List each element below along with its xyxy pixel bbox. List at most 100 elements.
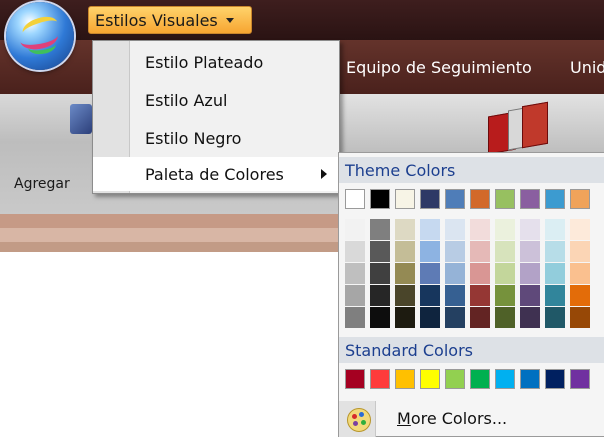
theme-shade-swatch[interactable] (520, 219, 540, 240)
theme-shade-swatch[interactable] (470, 307, 490, 328)
more-colors-button[interactable]: More Colors... (339, 401, 604, 437)
theme-shade-swatch[interactable] (395, 285, 415, 306)
theme-color-swatch[interactable] (520, 189, 540, 209)
theme-shade-swatch[interactable] (445, 263, 465, 284)
theme-color-swatch[interactable] (445, 189, 465, 209)
nav-item-unidades[interactable]: Unid (570, 58, 604, 77)
theme-color-swatch[interactable] (370, 189, 390, 209)
theme-shade-swatch[interactable] (445, 285, 465, 306)
theme-shade-swatch[interactable] (345, 307, 365, 328)
menu-item-label: Estilo Plateado (145, 52, 264, 72)
theme-shade-swatch[interactable] (570, 263, 590, 284)
theme-shade-swatch[interactable] (395, 307, 415, 328)
color-palette-panel: Theme Colors Standard Colors More Colors… (338, 152, 604, 437)
theme-colors-header: Theme Colors (339, 157, 604, 183)
theme-shade-swatch[interactable] (420, 307, 440, 328)
theme-shade-swatch[interactable] (420, 285, 440, 306)
theme-shade-swatch[interactable] (570, 241, 590, 262)
theme-shade-swatch[interactable] (420, 263, 440, 284)
standard-color-swatch[interactable] (470, 369, 490, 389)
theme-shade-swatch[interactable] (470, 285, 490, 306)
theme-shade-swatch[interactable] (445, 241, 465, 262)
theme-shade-swatch[interactable] (470, 263, 490, 284)
theme-shade-swatch[interactable] (445, 219, 465, 240)
standard-color-swatch[interactable] (420, 369, 440, 389)
theme-shade-swatch[interactable] (395, 263, 415, 284)
theme-shade-swatch[interactable] (445, 307, 465, 328)
standard-color-swatch[interactable] (445, 369, 465, 389)
theme-shade-swatch[interactable] (420, 241, 440, 262)
theme-shade-swatch[interactable] (370, 219, 390, 240)
more-colors-label: More Colors... (397, 409, 508, 428)
theme-shade-swatch[interactable] (470, 241, 490, 262)
theme-shade-swatch[interactable] (345, 263, 365, 284)
more-colors-text: ore Colors... (410, 409, 508, 428)
theme-shade-swatch[interactable] (570, 285, 590, 306)
ribbon-panel-right (340, 94, 604, 154)
menu-item-label: Estilo Negro (145, 128, 242, 148)
theme-shade-swatch[interactable] (570, 307, 590, 328)
standard-color-swatch[interactable] (370, 369, 390, 389)
theme-color-swatch[interactable] (495, 189, 515, 209)
theme-shade-swatch[interactable] (545, 241, 565, 262)
theme-shade-swatch[interactable] (495, 241, 515, 262)
menu-item-label: Paleta de Colores (145, 164, 284, 184)
menu-item-estilo-plateado[interactable]: Estilo Plateado (93, 45, 339, 79)
menu-item-estilo-negro[interactable]: Estilo Negro (93, 121, 339, 155)
menu-item-label: Estilo Azul (145, 90, 228, 110)
app-orb-logo[interactable] (6, 2, 74, 70)
theme-shade-swatch[interactable] (420, 219, 440, 240)
theme-color-swatch[interactable] (420, 189, 440, 209)
menu-item-paleta-de-colores[interactable]: Paleta de Colores (93, 157, 339, 191)
theme-shade-swatch[interactable] (395, 241, 415, 262)
ribbon-document-icon (70, 104, 92, 134)
paint-palette-icon (347, 408, 371, 432)
nav-item-equipo-de-seguimiento[interactable]: Equipo de Seguimiento (346, 58, 532, 77)
theme-shade-swatch[interactable] (345, 219, 365, 240)
theme-shade-swatch[interactable] (545, 285, 565, 306)
estilos-visuales-menu-button[interactable]: Estilos Visuales (88, 6, 252, 34)
standard-color-swatch[interactable] (495, 369, 515, 389)
theme-shade-swatch[interactable] (520, 285, 540, 306)
standard-color-swatch[interactable] (570, 369, 590, 389)
estilos-visuales-dropdown: Estilo Plateado Estilo Azul Estilo Negro… (92, 40, 340, 194)
chevron-down-icon (225, 17, 234, 23)
standard-color-swatch[interactable] (545, 369, 565, 389)
theme-shade-swatch[interactable] (395, 219, 415, 240)
theme-shade-swatch[interactable] (520, 307, 540, 328)
theme-shade-swatch[interactable] (545, 263, 565, 284)
menu-item-estilo-azul[interactable]: Estilo Azul (93, 83, 339, 117)
theme-shade-swatch[interactable] (520, 241, 540, 262)
theme-color-swatch[interactable] (395, 189, 415, 209)
ribbon-divider (0, 242, 340, 252)
theme-shade-swatch[interactable] (495, 219, 515, 240)
theme-color-swatch[interactable] (570, 189, 590, 209)
theme-shade-swatch[interactable] (520, 263, 540, 284)
submenu-arrow-icon (321, 169, 327, 179)
ribbon-divider (0, 228, 340, 242)
theme-shade-swatch[interactable] (370, 263, 390, 284)
theme-color-swatch[interactable] (545, 189, 565, 209)
theme-shade-swatch[interactable] (370, 307, 390, 328)
estilos-visuales-label: Estilos Visuales (95, 10, 218, 30)
theme-shade-swatch[interactable] (495, 263, 515, 284)
theme-shade-swatch[interactable] (370, 285, 390, 306)
agregar-button-label[interactable]: Agregar (14, 176, 70, 192)
theme-shade-swatch[interactable] (370, 241, 390, 262)
theme-shade-swatch[interactable] (495, 307, 515, 328)
theme-shade-swatch[interactable] (495, 285, 515, 306)
ribbon-divider (0, 214, 340, 228)
standard-colors-header: Standard Colors (339, 337, 604, 363)
theme-color-swatch[interactable] (345, 189, 365, 209)
theme-shade-swatch[interactable] (545, 307, 565, 328)
standard-color-swatch[interactable] (520, 369, 540, 389)
theme-shade-swatch[interactable] (470, 219, 490, 240)
books-icon (488, 101, 552, 155)
theme-shade-swatch[interactable] (345, 285, 365, 306)
theme-shade-swatch[interactable] (345, 241, 365, 262)
standard-color-swatch[interactable] (345, 369, 365, 389)
theme-color-swatch[interactable] (470, 189, 490, 209)
standard-color-swatch[interactable] (395, 369, 415, 389)
theme-shade-swatch[interactable] (570, 219, 590, 240)
theme-shade-swatch[interactable] (545, 219, 565, 240)
